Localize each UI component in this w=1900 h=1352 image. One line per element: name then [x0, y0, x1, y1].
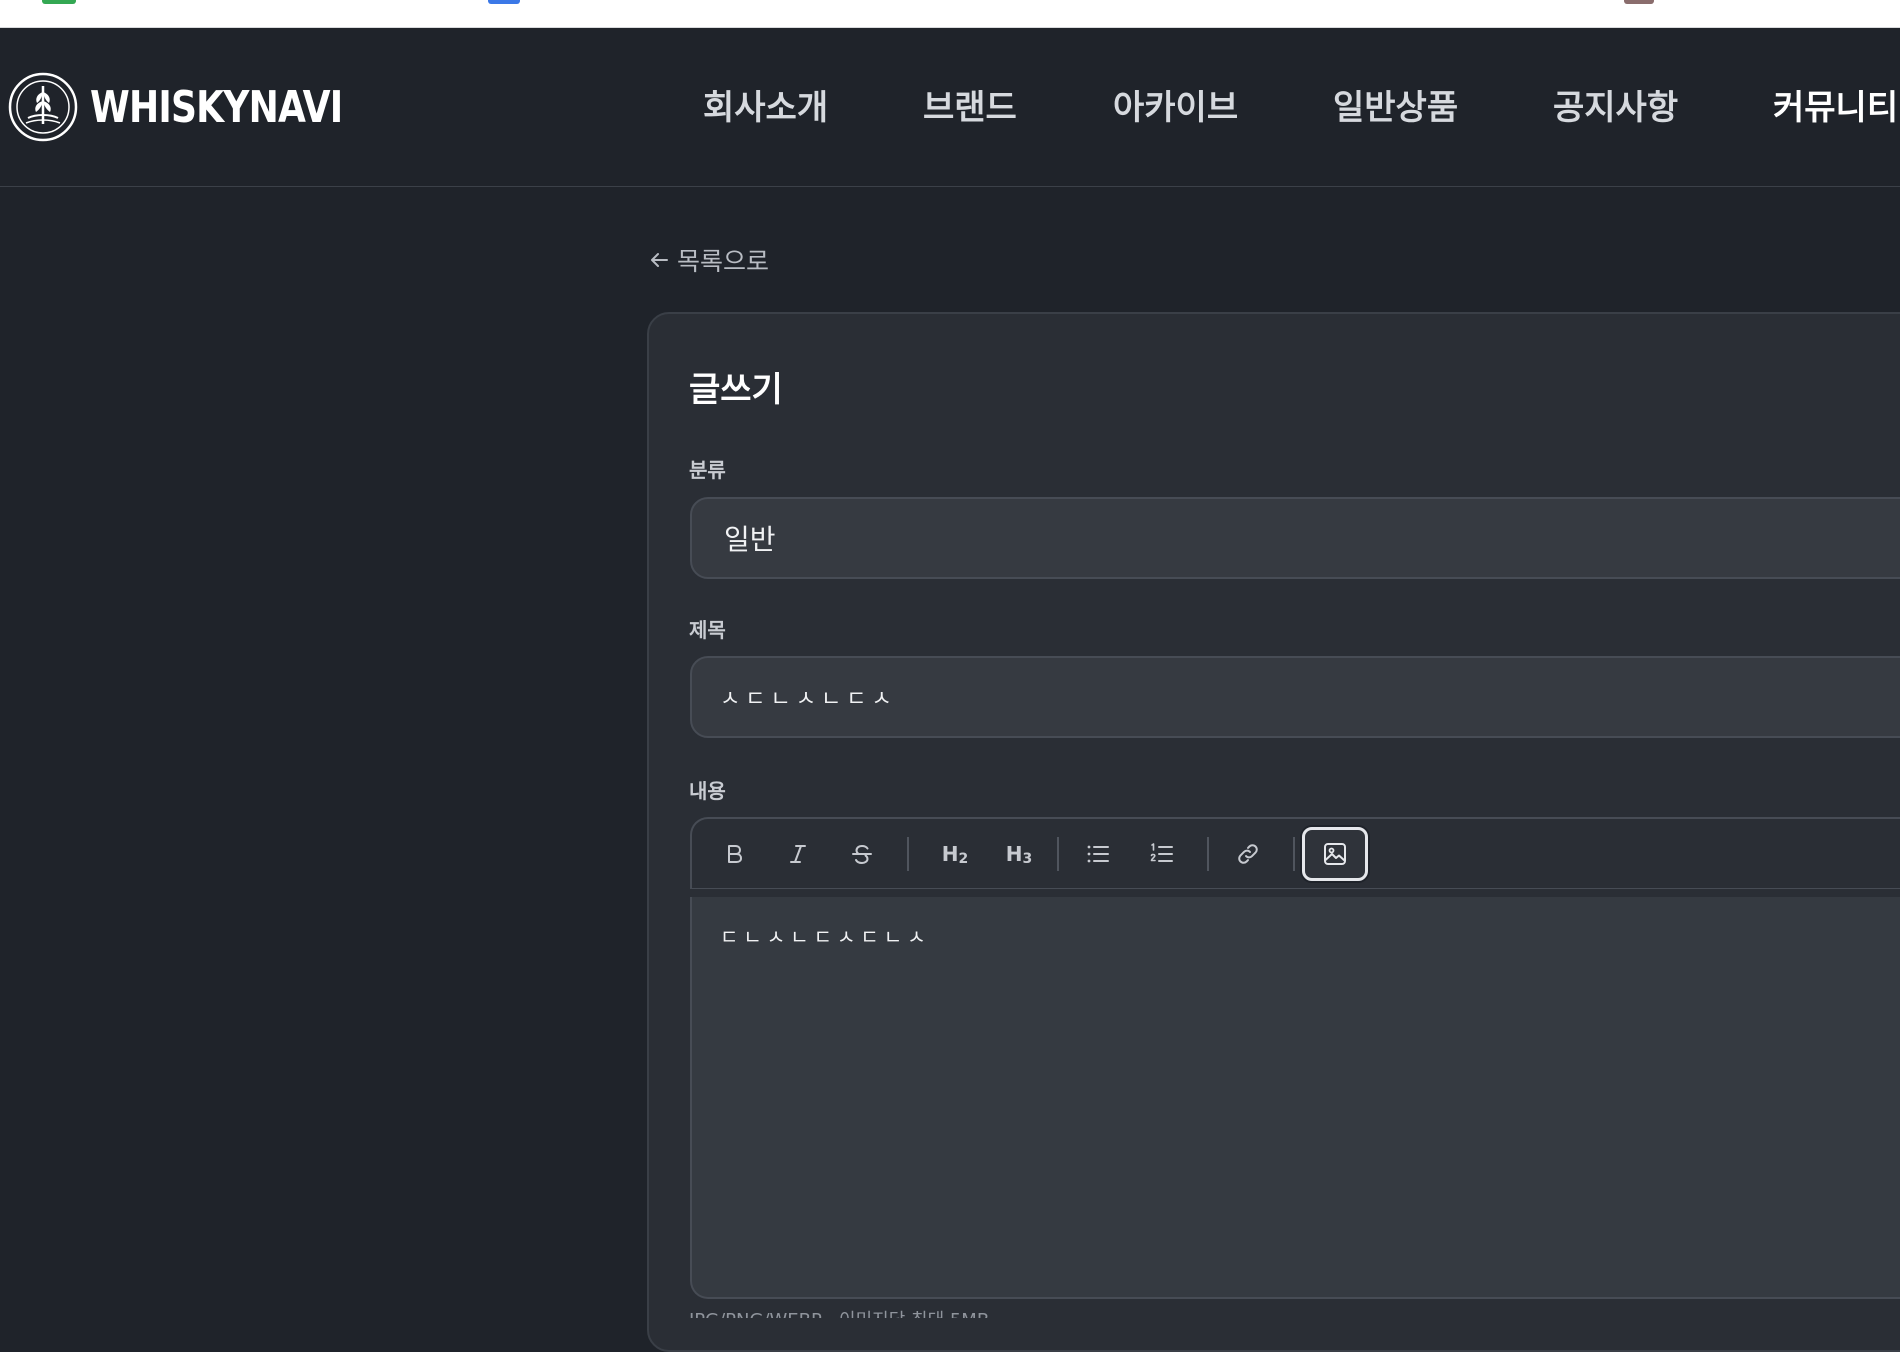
- toolbar-divider: [907, 837, 909, 871]
- page-title: 글쓰기: [689, 370, 783, 410]
- arrow-left-icon: [651, 253, 668, 267]
- content-label: 내용: [689, 779, 726, 803]
- tab-favicon[interactable]: [488, 0, 520, 4]
- back-to-list-link[interactable]: 목록으로: [647, 242, 769, 278]
- nav-item-community[interactable]: 커뮤니티: [1773, 78, 1898, 138]
- write-post-card: 글쓰기 분류 일반 제목 ㅅㄷㄴㅅㄴㄷㅅ 내용 H2 H3 ㄷㄴㅅㄴㄷㅅㄷㄴㅅ: [647, 312, 1900, 1352]
- heading-2-button[interactable]: H2: [925, 830, 985, 878]
- italic-icon: [790, 845, 806, 863]
- toolbar-divider: [1057, 837, 1059, 871]
- heading-2-label: H2: [941, 841, 969, 867]
- heading-3-button[interactable]: H3: [989, 830, 1049, 878]
- category-select[interactable]: 일반: [690, 497, 1900, 579]
- category-label: 분류: [689, 458, 726, 482]
- strikethrough-button[interactable]: [838, 830, 886, 878]
- link-icon: [1238, 844, 1258, 864]
- strikethrough-icon: [852, 844, 872, 865]
- content-editor-text: ㄷㄴㅅㄴㄷㅅㄷㄴㅅ: [720, 925, 931, 949]
- insert-link-button[interactable]: [1224, 830, 1272, 878]
- toolbar-divider: [1293, 837, 1295, 871]
- nav-item-company[interactable]: 회사소개: [703, 78, 828, 138]
- heading-3-label: H3: [1005, 841, 1033, 867]
- toolbar-divider: [1207, 837, 1209, 871]
- nav-item-notice[interactable]: 공지사항: [1553, 78, 1678, 138]
- image-upload-hint: JPG/PNG/WEBP · 이미지당 최대 5MB: [689, 1306, 989, 1318]
- subject-label: 제목: [689, 618, 726, 642]
- subject-input-value: ㅅㄷㄴㅅㄴㄷㅅ: [720, 687, 897, 712]
- profile-avatar[interactable]: [1624, 0, 1654, 4]
- category-selected-value: 일반: [724, 523, 776, 556]
- site-header: WHISKYNAVI 회사소개 브랜드 아카이브 일반상품 공지사항 커뮤니티: [0, 28, 1900, 187]
- tab-favicon[interactable]: [42, 0, 76, 4]
- editor-toolbar: H2 H3: [690, 817, 1900, 889]
- main-nav: 회사소개 브랜드 아카이브 일반상품 공지사항 커뮤니티: [0, 78, 1900, 138]
- ordered-list-icon: [1150, 843, 1173, 862]
- image-icon: [1324, 843, 1346, 865]
- italic-button[interactable]: [774, 830, 822, 878]
- bullet-list-icon: [1087, 845, 1109, 863]
- bold-button[interactable]: [710, 830, 758, 878]
- nav-item-brand[interactable]: 브랜드: [923, 78, 1017, 138]
- ordered-list-button[interactable]: [1138, 830, 1186, 878]
- subject-input[interactable]: ㅅㄷㄴㅅㄴㄷㅅ: [690, 656, 1900, 738]
- bullet-list-button[interactable]: [1074, 830, 1122, 878]
- content-editor[interactable]: ㄷㄴㅅㄴㄷㅅㄷㄴㅅ: [690, 897, 1900, 1299]
- insert-image-button[interactable]: [1302, 827, 1368, 881]
- back-link-label: 목록으로: [677, 247, 770, 276]
- browser-tab-strip: [0, 0, 1900, 28]
- bold-icon: [728, 845, 742, 863]
- nav-item-archive[interactable]: 아카이브: [1113, 78, 1238, 138]
- nav-item-products[interactable]: 일반상품: [1333, 78, 1458, 138]
